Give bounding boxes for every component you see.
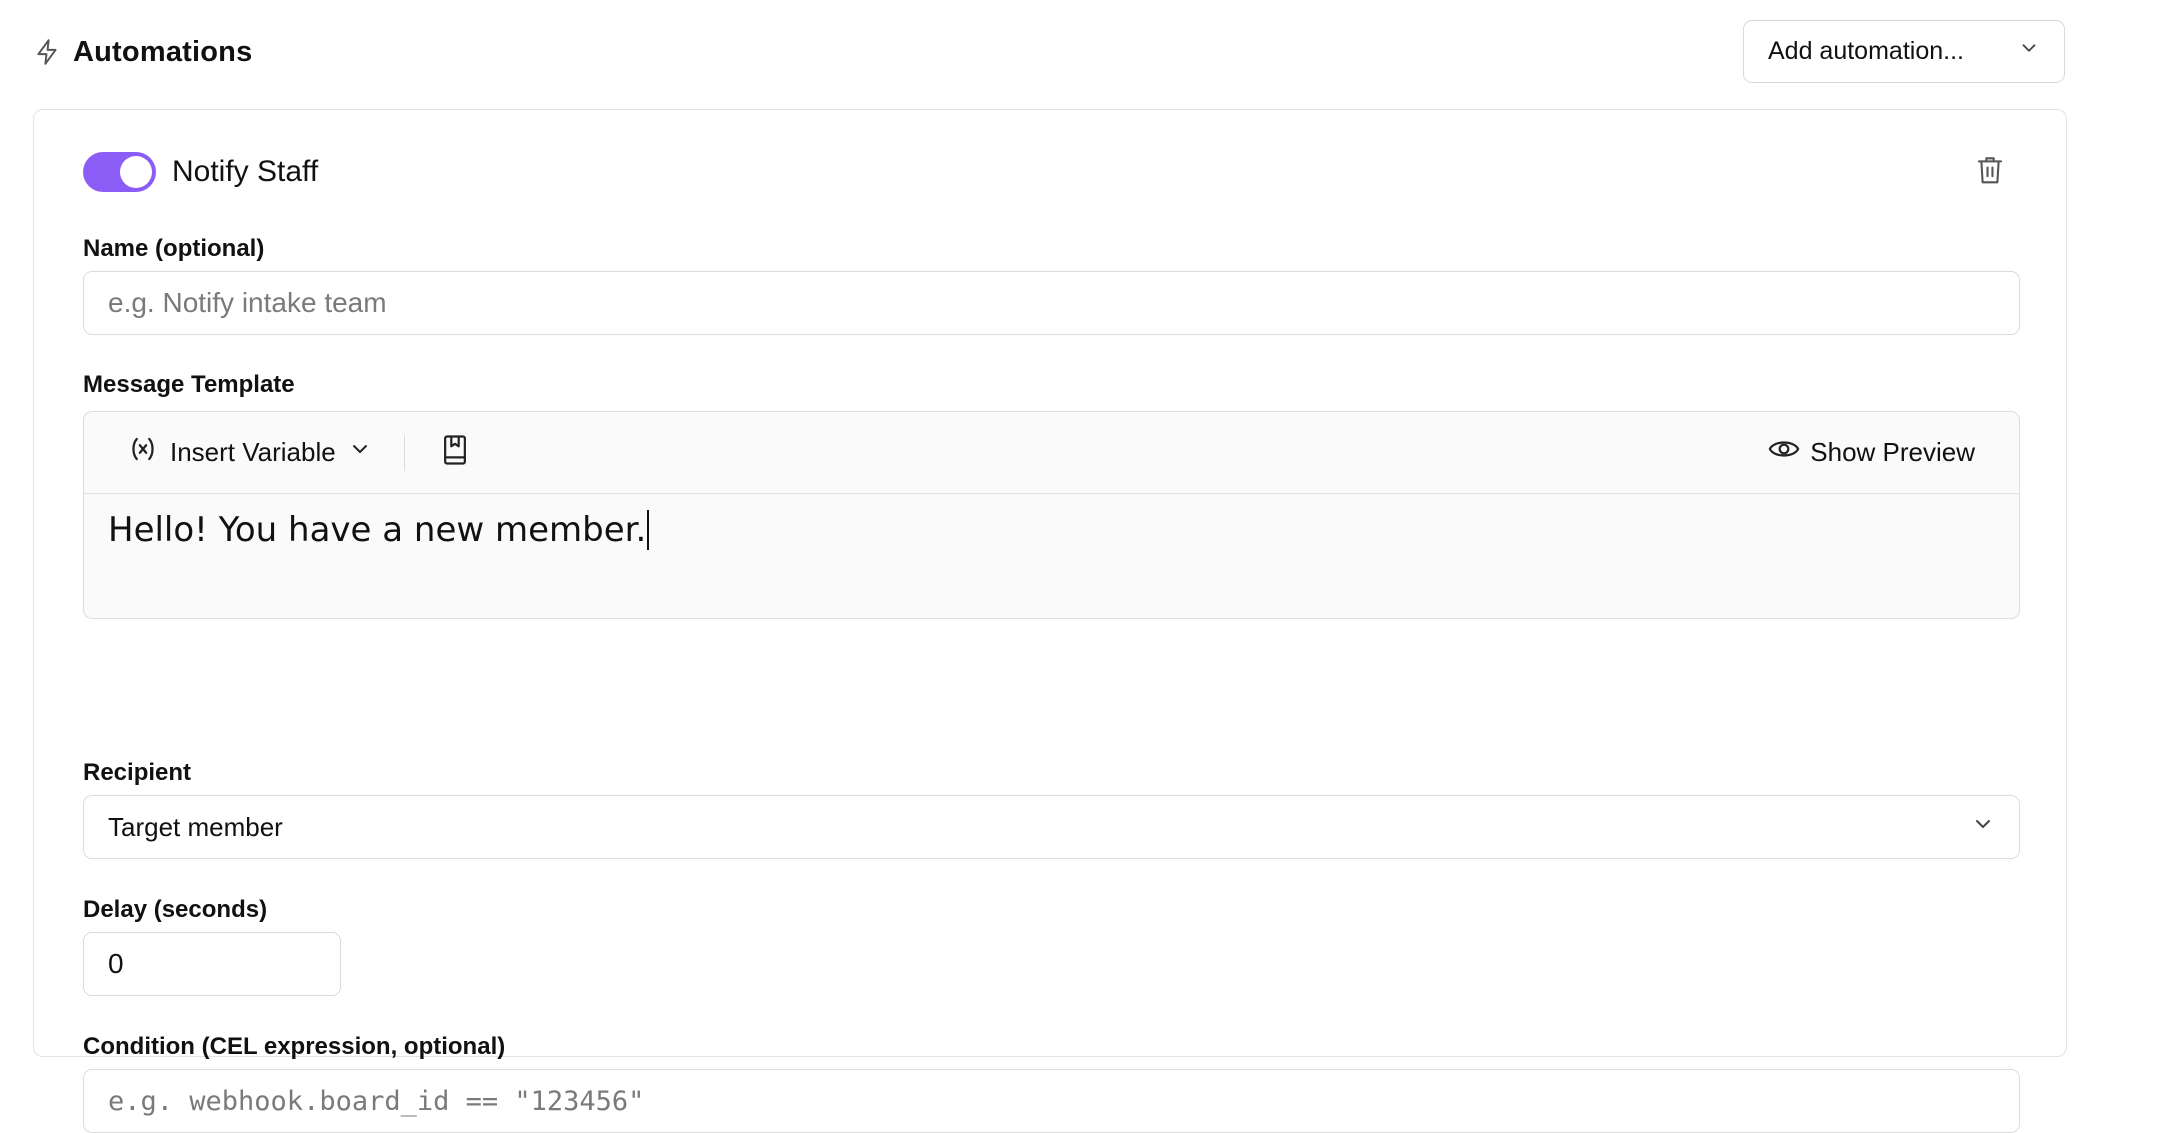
recipient-label: Recipient bbox=[83, 759, 192, 786]
automation-title: Notify Staff bbox=[172, 155, 319, 188]
book-bookmark-icon bbox=[441, 434, 469, 471]
enable-toggle[interactable] bbox=[83, 152, 156, 192]
show-preview-button[interactable]: Show Preview bbox=[1768, 436, 1975, 469]
automation-card: Notify Staff Name (optional) Message Tem… bbox=[33, 109, 2067, 1133]
condition-label: Condition (CEL expression, optional) bbox=[83, 1033, 506, 1060]
message-template-editor: Insert Variable Show Preview Hello! You … bbox=[83, 411, 2020, 619]
page-title: Automations bbox=[73, 35, 253, 68]
delete-automation-button[interactable] bbox=[1972, 154, 2008, 190]
toolbar-divider bbox=[403, 434, 406, 471]
recipient-select[interactable]: Target member bbox=[83, 795, 2020, 859]
chevron-down-icon bbox=[1971, 812, 1995, 843]
add-automation-label: Add automation... bbox=[1768, 37, 1964, 65]
recipient-selected-value: Target member bbox=[108, 811, 283, 842]
chevron-down-icon bbox=[348, 437, 372, 468]
insert-variable-button[interactable]: Insert Variable bbox=[128, 434, 372, 471]
add-automation-dropdown[interactable]: Add automation... bbox=[1743, 20, 2065, 83]
variable-icon bbox=[128, 434, 158, 471]
insert-variable-label: Insert Variable bbox=[170, 437, 336, 467]
delay-label: Delay (seconds) bbox=[83, 896, 268, 923]
eye-icon bbox=[1768, 436, 1800, 469]
delay-input[interactable] bbox=[83, 932, 341, 996]
editor-toolbar: Insert Variable Show Preview bbox=[84, 412, 2019, 494]
templates-button[interactable] bbox=[437, 435, 473, 471]
lightning-icon bbox=[33, 38, 61, 66]
message-template-textarea[interactable]: Hello! You have a new member. bbox=[84, 494, 2019, 566]
show-preview-label: Show Preview bbox=[1810, 437, 1975, 467]
name-input[interactable] bbox=[83, 271, 2020, 335]
trash-icon bbox=[1975, 154, 2005, 191]
message-template-content: Hello! You have a new member. bbox=[108, 510, 647, 550]
condition-input[interactable] bbox=[83, 1069, 2020, 1133]
name-label: Name (optional) bbox=[83, 235, 265, 262]
toggle-knob bbox=[120, 156, 152, 188]
chevron-down-icon bbox=[2018, 37, 2040, 66]
text-caret bbox=[647, 510, 650, 550]
message-template-label: Message Template bbox=[83, 371, 295, 398]
